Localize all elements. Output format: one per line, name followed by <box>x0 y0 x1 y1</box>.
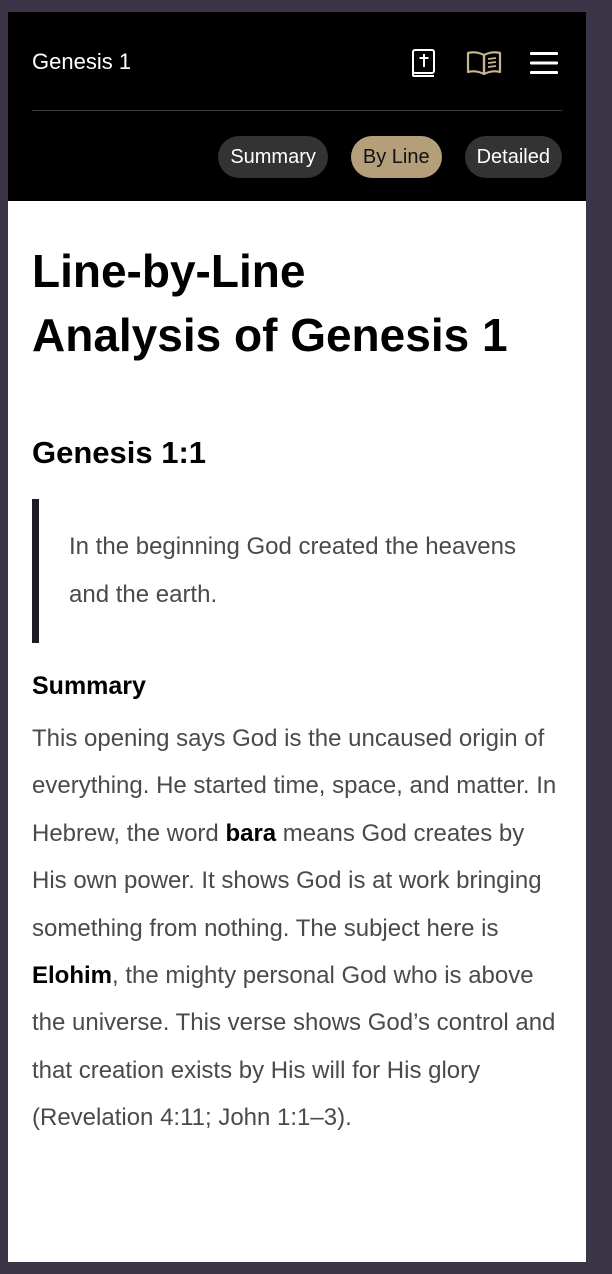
verse-heading: Genesis 1:1 <box>32 435 207 470</box>
bible-icon[interactable] <box>404 46 444 80</box>
page-title-line-1: Line-by-Line <box>32 245 306 297</box>
hebrew-term-elohim: Elohim <box>32 962 113 990</box>
main-content: Line-by-Line Analysis of Genesis 1 Genes… <box>8 239 586 1142</box>
hamburger-menu-icon[interactable] <box>524 46 564 80</box>
header-divider <box>32 110 562 111</box>
tab-by-line[interactable]: By Line <box>350 136 442 178</box>
hebrew-term-bara: bara <box>225 819 277 847</box>
view-tabs: Summary By Line Detailed <box>218 136 562 178</box>
summary-heading: Summary <box>32 672 146 700</box>
page-title: Line-by-Line Analysis of Genesis 1 <box>32 239 562 367</box>
open-book-icon[interactable] <box>464 46 504 80</box>
verse-quote: In the beginning God created the heavens… <box>32 499 562 643</box>
summary-text: This opening says God is the uncaused or… <box>32 715 562 1142</box>
header-icons <box>404 46 564 80</box>
app-title: Genesis 1 <box>32 49 132 74</box>
app-header: Genesis 1 Summary By Line Detailed <box>8 12 586 201</box>
tab-summary[interactable]: Summary <box>218 136 328 178</box>
app-frame: Genesis 1 Summary By Line Detailed Line-… <box>8 12 586 1262</box>
page-title-line-2: Analysis of Genesis 1 <box>32 309 508 361</box>
tab-detailed[interactable]: Detailed <box>464 136 562 178</box>
